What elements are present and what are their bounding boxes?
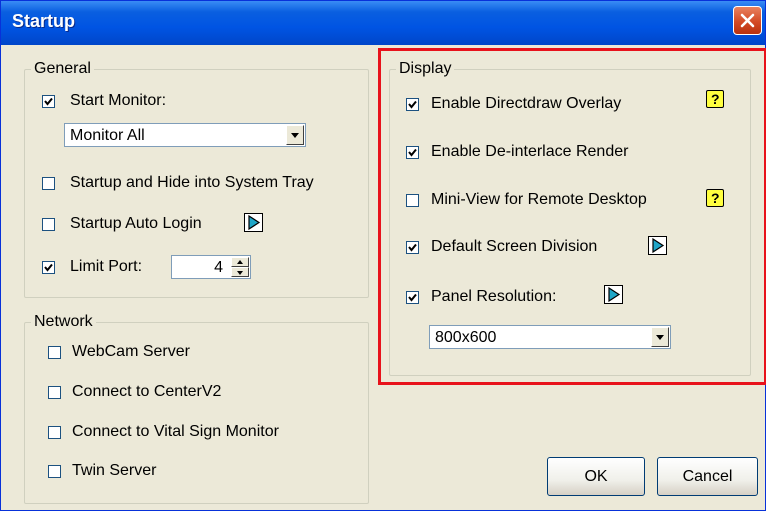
ok-button[interactable]: OK <box>547 457 645 496</box>
start-monitor-checkbox[interactable] <box>42 95 55 108</box>
network-item-checkbox[interactable] <box>48 465 61 478</box>
network-item-checkbox[interactable] <box>48 386 61 399</box>
limit-port-spinner[interactable]: 4 <box>171 255 251 279</box>
close-icon <box>740 13 755 28</box>
monitor-select[interactable]: Monitor All <box>64 123 306 147</box>
close-button[interactable] <box>733 6 762 35</box>
display-highlight-box <box>378 48 766 385</box>
auto-login-checkbox[interactable] <box>42 218 55 231</box>
centerv2-label: Connect to CenterV2 <box>72 383 222 400</box>
checkmark-icon <box>44 97 53 106</box>
webcam-server-label: WebCam Server <box>72 343 190 360</box>
hide-tray-checkbox[interactable] <box>42 177 55 190</box>
auto-login-arrow-button[interactable] <box>244 213 263 232</box>
limit-port-checkbox[interactable] <box>42 261 55 274</box>
network-item-checkbox[interactable] <box>48 426 61 439</box>
spin-down-icon[interactable] <box>231 267 249 277</box>
start-monitor-label: Start Monitor: <box>70 92 167 109</box>
startup-dialog: Startup General Start Monitor: Monitor A… <box>0 0 766 511</box>
vital-sign-label: Connect to Vital Sign Monitor <box>72 423 279 440</box>
checkmark-icon <box>44 263 53 272</box>
spinner-buttons <box>231 257 249 277</box>
limit-port-label: Limit Port: <box>70 258 143 275</box>
limit-port-value: 4 <box>214 259 223 276</box>
play-arrow-icon <box>248 215 261 230</box>
chevron-down-icon[interactable] <box>286 125 304 145</box>
cancel-button[interactable]: Cancel <box>657 457 758 496</box>
network-legend: Network <box>31 313 96 331</box>
spin-up-icon[interactable] <box>231 257 249 267</box>
general-legend: General <box>31 60 94 78</box>
title-bar[interactable]: Startup <box>1 1 765 45</box>
monitor-select-value: Monitor All <box>70 127 145 144</box>
network-item-checkbox[interactable] <box>48 346 61 359</box>
auto-login-label: Startup Auto Login <box>70 215 202 232</box>
twin-server-label: Twin Server <box>72 462 157 479</box>
window-title: Startup <box>12 11 75 31</box>
hide-tray-label: Startup and Hide into System Tray <box>70 174 314 191</box>
